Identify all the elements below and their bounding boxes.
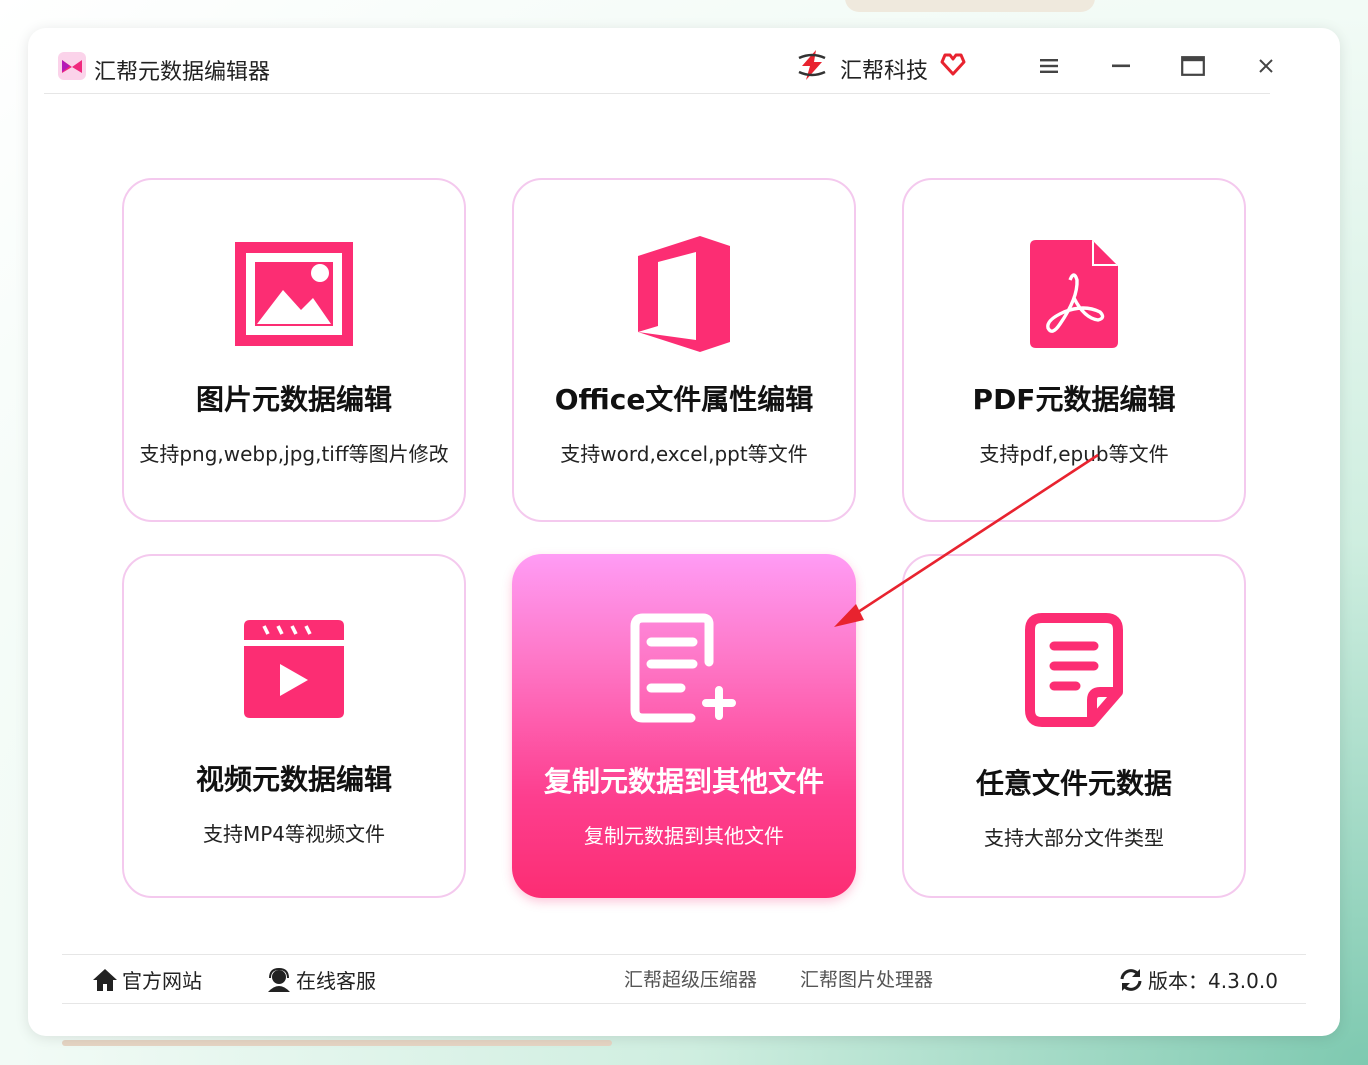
minimize-button[interactable] — [1101, 48, 1141, 84]
menu-icon — [1040, 59, 1058, 73]
home-icon — [93, 968, 117, 991]
website-link[interactable]: 官方网站 — [92, 965, 202, 994]
card-subtitle: 复制元数据到其他文件 — [584, 824, 784, 848]
brand-name: 汇帮科技 — [840, 59, 929, 84]
card-subtitle: 支持MP4等视频文件 — [202, 822, 386, 846]
card-copy-metadata[interactable]: 复制元数据到其他文件 复制元数据到其他文件 — [512, 554, 856, 898]
card-title: 任意文件元数据 — [975, 767, 1172, 800]
support-label: 在线客服 — [296, 969, 376, 993]
card-title: 视频元数据编辑 — [195, 763, 392, 796]
support-agent-icon — [268, 967, 290, 992]
maximize-icon — [1181, 56, 1205, 76]
heart-icon[interactable] — [940, 51, 966, 77]
pdf-icon — [1030, 240, 1118, 348]
card-title: 图片元数据编辑 — [195, 383, 392, 416]
card-image-metadata[interactable]: 图片元数据编辑 支持png,webp,jpg,tiff等图片修改 — [122, 178, 466, 522]
background-decoration — [845, 0, 1095, 12]
close-icon — [1259, 59, 1273, 73]
version-label: 版本：4.3.0.0 — [1148, 969, 1278, 993]
version-info[interactable]: 版本：4.3.0.0 — [1118, 965, 1278, 994]
refresh-icon — [1120, 968, 1142, 991]
file-note-icon — [1025, 613, 1123, 727]
office-icon — [638, 236, 730, 352]
title-bar: 汇帮元数据编辑器 汇帮科技 — [44, 48, 1273, 94]
card-subtitle: 支持大部分文件类型 — [984, 826, 1164, 850]
compressor-link[interactable]: 汇帮超级压缩器 — [624, 965, 757, 992]
card-office-properties[interactable]: Office文件属性编辑 支持word,excel,ppt等文件 — [512, 178, 856, 522]
card-subtitle: 支持pdf,epub等文件 — [979, 442, 1169, 466]
video-icon — [244, 620, 344, 718]
app-logo-icon — [58, 52, 86, 80]
card-pdf-metadata[interactable]: PDF元数据编辑 支持pdf,epub等文件 — [902, 178, 1246, 522]
card-subtitle: 支持png,webp,jpg,tiff等图片修改 — [139, 442, 449, 466]
support-link[interactable]: 在线客服 — [266, 965, 376, 994]
footer-bar: 官方网站 在线客服 汇帮超级压缩器 汇帮图片处理器 版本：4.3.0.0 — [62, 954, 1306, 1004]
copy-doc-icon — [630, 613, 736, 723]
card-video-metadata[interactable]: 视频元数据编辑 支持MP4等视频文件 — [122, 554, 466, 898]
maximize-button[interactable] — [1173, 48, 1213, 84]
card-title: 复制元数据到其他文件 — [543, 765, 824, 798]
card-title: Office文件属性编辑 — [554, 383, 814, 416]
image-icon — [235, 242, 353, 346]
background-decoration — [62, 1040, 612, 1046]
close-button[interactable] — [1246, 48, 1286, 84]
card-any-file-metadata[interactable]: 任意文件元数据 支持大部分文件类型 — [902, 554, 1246, 898]
image-processor-link[interactable]: 汇帮图片处理器 — [800, 965, 933, 992]
menu-button[interactable] — [1029, 48, 1069, 84]
website-label: 官方网站 — [122, 969, 202, 993]
card-subtitle: 支持word,excel,ppt等文件 — [560, 442, 808, 466]
brand-logo-icon — [798, 50, 826, 80]
card-title: PDF元数据编辑 — [972, 383, 1176, 416]
minimize-icon — [1112, 64, 1130, 68]
app-title: 汇帮元数据编辑器 — [94, 60, 271, 85]
